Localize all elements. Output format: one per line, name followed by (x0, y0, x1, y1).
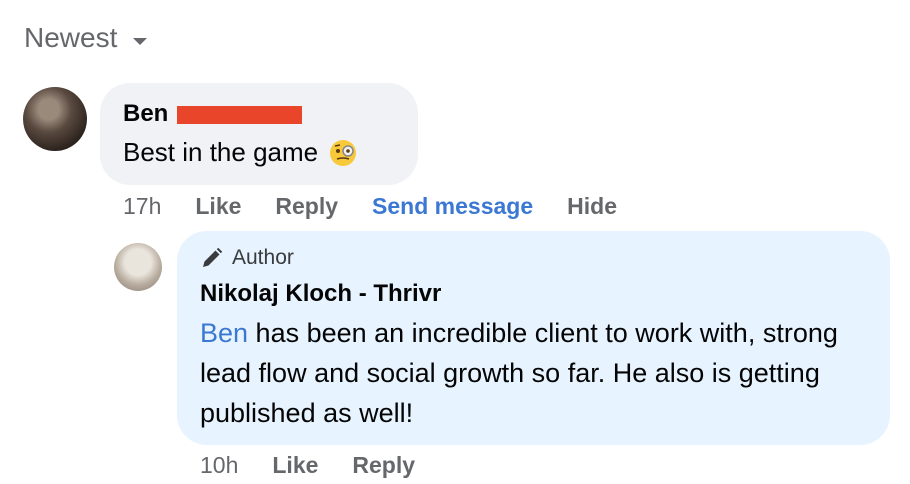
send-message-button[interactable]: Send message (372, 193, 533, 220)
comment-author[interactable]: Ben (123, 100, 168, 128)
comment-bubble (100, 83, 418, 185)
comment-timestamp[interactable]: 17h (123, 193, 161, 220)
comment-text: Best in the game (123, 137, 358, 168)
reply-actions: 10h Like Reply (200, 452, 415, 479)
reply-timestamp[interactable]: 10h (200, 452, 238, 479)
like-button[interactable]: Like (195, 193, 241, 220)
reply-button[interactable]: Reply (275, 193, 338, 220)
monocle-face-emoji-icon (330, 139, 357, 166)
pencil-icon (203, 247, 223, 267)
reply-body: has been an incredible client to work wi… (200, 318, 838, 428)
reply-author[interactable]: Nikolaj Kloch - Thrivr (200, 280, 441, 308)
comment-body: Best in the game (123, 137, 319, 167)
reply-like-button[interactable]: Like (272, 452, 318, 479)
avatar[interactable] (23, 87, 87, 151)
sort-label: Newest (24, 22, 118, 53)
reply-text: Ben has been an incredible client to wor… (200, 313, 870, 433)
redaction-mark (177, 106, 302, 124)
sort-dropdown[interactable]: Newest (24, 22, 149, 54)
caret-down-icon (133, 38, 148, 45)
hide-button[interactable]: Hide (567, 193, 617, 220)
author-badge: Author (200, 246, 294, 270)
comment-actions: 17h Like Reply Send message Hide (123, 193, 617, 220)
author-badge-label: Author (232, 246, 294, 269)
comments-section: Newest Ben Best in the game 17h Like Rep… (0, 0, 910, 484)
reply-avatar[interactable] (114, 243, 162, 291)
mention-link[interactable]: Ben (200, 318, 248, 348)
reply-reply-button[interactable]: Reply (352, 452, 415, 479)
